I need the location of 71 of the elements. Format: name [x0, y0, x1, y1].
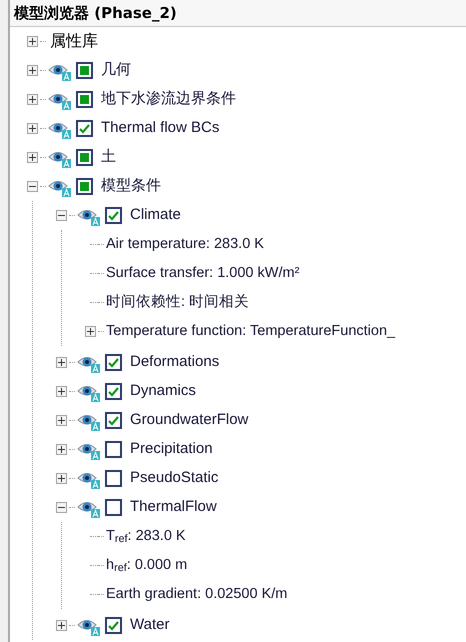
check-icon [108, 210, 119, 220]
expand-button[interactable] [56, 502, 66, 513]
checkbox[interactable] [105, 441, 122, 458]
expand-button[interactable] [26, 152, 38, 163]
plus-icon [58, 475, 64, 482]
tree-item-label[interactable]: Deformations [130, 351, 220, 374]
expand-button[interactable] [56, 415, 66, 426]
plus-icon [58, 622, 64, 629]
property-text: T$_{ref}$: 283.0 K [106, 526, 186, 548]
tree-item-label[interactable]: 模型条件 [101, 175, 161, 198]
tree-item-label[interactable]: Water [130, 614, 170, 637]
expand-button[interactable] [56, 473, 66, 484]
expand-button[interactable] [26, 94, 38, 105]
panel-title: 模型浏览器 (Phase_2) [10, 0, 466, 27]
plus-icon [28, 96, 36, 103]
plus-icon [58, 359, 64, 366]
check-icon [108, 416, 119, 426]
tree-item-label[interactable]: 属性库 [50, 30, 98, 54]
minus-icon [58, 212, 64, 219]
plus-icon [58, 417, 64, 424]
property-text: Earth gradient: 0.02500 K/m [106, 584, 288, 604]
plus-icon [28, 67, 36, 74]
expand-button[interactable] [26, 123, 38, 134]
tree-item-label[interactable]: GroundwaterFlow [130, 409, 248, 432]
check-icon [108, 386, 119, 396]
checkbox[interactable] [105, 412, 122, 429]
property-text: h$_{ref}$: 0.000 m [106, 556, 188, 576]
expand-button[interactable] [56, 357, 66, 368]
checkbox[interactable] [105, 499, 122, 516]
minus-icon [58, 504, 64, 511]
tree-item-label[interactable]: Dynamics [130, 380, 196, 403]
expand-button[interactable] [26, 36, 38, 47]
checkbox[interactable] [105, 383, 122, 400]
expand-button[interactable] [56, 210, 66, 221]
tree-item-label[interactable]: ThermalFlow [130, 496, 217, 519]
checkbox[interactable] [105, 470, 122, 487]
check-icon [108, 358, 119, 368]
property-text: Surface transfer: 1.000 kW/m² [106, 264, 300, 283]
tree-item-label[interactable]: 土 [101, 146, 116, 169]
property-text: Temperature function: TemperatureFunction_ [106, 322, 396, 341]
checkbox[interactable] [105, 617, 122, 634]
property-text: Air temperature: 283.0 K [106, 234, 264, 254]
expand-button[interactable] [56, 620, 66, 631]
checkbox[interactable] [105, 354, 122, 371]
plus-icon [28, 38, 36, 45]
checkbox[interactable] [76, 149, 93, 166]
check-icon [108, 620, 119, 630]
tree-item-label[interactable]: Climate [130, 204, 181, 227]
expand-button[interactable] [26, 65, 38, 76]
tree-item-label[interactable]: Precipitation [130, 438, 213, 461]
checkbox[interactable] [76, 120, 93, 137]
plus-icon [58, 446, 64, 453]
tree-item-label[interactable]: PseudoStatic [130, 467, 218, 490]
expand-button[interactable] [26, 181, 38, 192]
plus-icon [28, 154, 36, 161]
checkbox[interactable] [76, 178, 93, 195]
plus-icon [28, 125, 36, 132]
expand-button[interactable] [84, 326, 96, 337]
tree-item-label[interactable]: 几何 [101, 59, 131, 82]
expand-button[interactable] [56, 386, 66, 397]
expand-button[interactable] [56, 444, 66, 455]
tree-item-label[interactable]: Thermal flow BCs [101, 117, 220, 140]
tree-item-label[interactable]: 地下水渗流边界条件 [101, 88, 236, 111]
plus-icon [86, 328, 94, 335]
property-text: 时间依赖性: 时间相关 [106, 292, 250, 312]
check-icon [79, 124, 90, 134]
checkbox[interactable] [105, 207, 122, 224]
plus-icon [58, 388, 64, 395]
checkbox[interactable] [76, 62, 93, 79]
minus-icon [28, 183, 36, 190]
checkbox[interactable] [76, 91, 93, 108]
